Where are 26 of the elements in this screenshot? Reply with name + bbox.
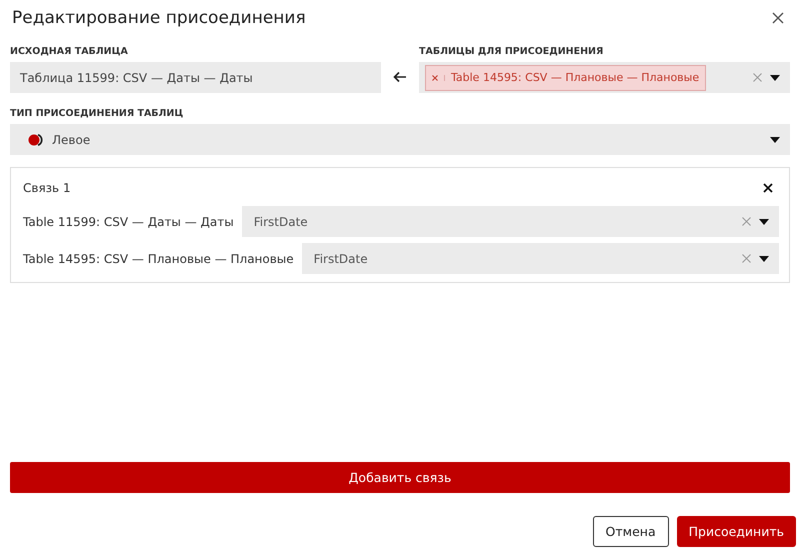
field-label: ТАБЛИЦЫ ДЛЯ ПРИСОЕДИНЕНИЯ <box>419 46 604 57</box>
add-link-button[interactable]: Добавить связь <box>10 462 790 493</box>
dialog-title: Редактирование присоединения <box>12 8 306 28</box>
column-select[interactable]: FirstDate <box>302 243 779 274</box>
field-label: ИСХОДНАЯ ТАБЛИЦА <box>10 46 129 57</box>
tag-text: Table 14595: CSV — Плановые — Плановые <box>451 71 700 84</box>
target-tables-field[interactable]: Table 14595: CSV — Плановые — Плановые <box>419 62 790 93</box>
source-table-field[interactable]: Таблица 11599: CSV — Даты — Даты <box>10 62 381 93</box>
caret-icon[interactable] <box>770 136 780 142</box>
caret-icon[interactable] <box>770 74 780 80</box>
cancel-button[interactable]: Отмена <box>592 516 669 547</box>
select-value: FirstDate <box>254 214 308 228</box>
join-button[interactable]: Присоединить <box>676 516 796 547</box>
column-select[interactable]: FirstDate <box>242 206 779 237</box>
table-name: Table 11599: CSV — Даты — Даты <box>23 214 234 228</box>
select-value: FirstDate <box>314 252 368 266</box>
field-label: ТИП ПРИСОЕДИНЕНИЯ ТАБЛИЦ <box>10 108 184 119</box>
close-icon[interactable] <box>772 12 784 24</box>
link-title: Связь 1 <box>23 181 71 195</box>
select-value: Левое <box>52 132 90 146</box>
close-icon[interactable] <box>763 183 773 193</box>
caret-icon[interactable] <box>759 256 769 262</box>
table-name: Table 14595: CSV — Плановые — Плановые <box>23 252 294 266</box>
arrow-left-icon <box>393 71 407 83</box>
join-type-select[interactable]: Левое <box>10 124 790 155</box>
caret-icon[interactable] <box>759 218 769 224</box>
